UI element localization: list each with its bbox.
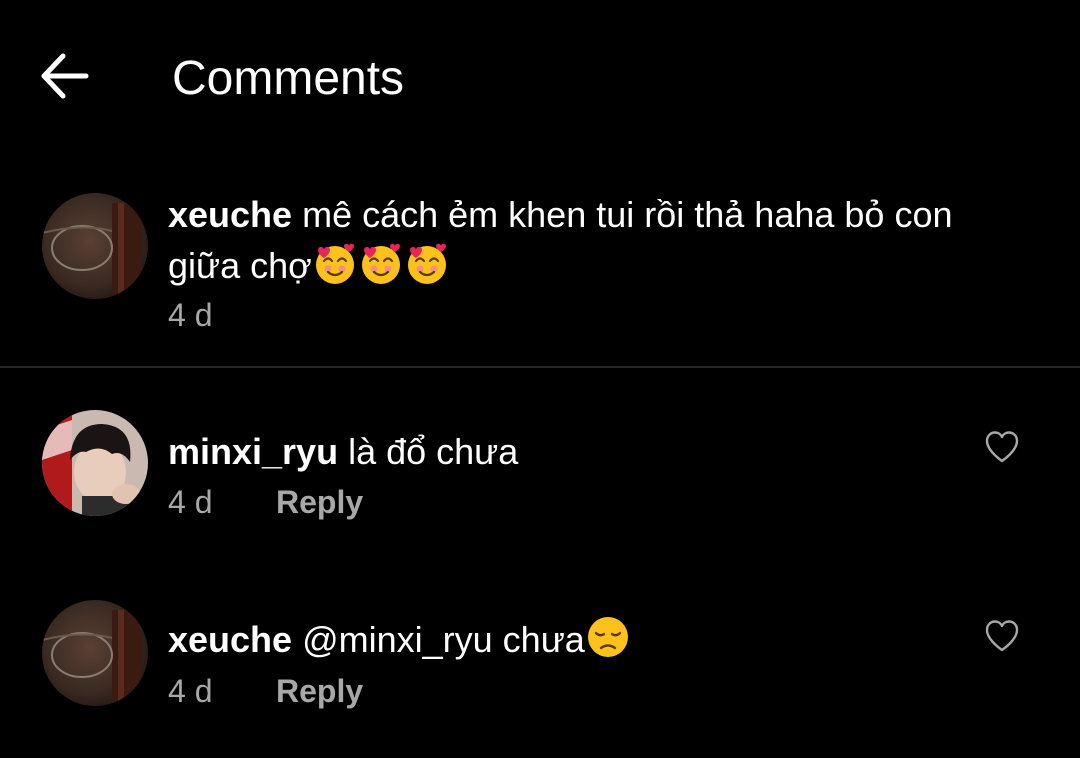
caption-body-line2: giữa chợ xyxy=(168,245,312,286)
comment-text: minxi_ryu là đổ chưa xyxy=(168,427,1068,477)
smiling-face-with-hearts-icon xyxy=(404,240,450,286)
avatar-xeuche[interactable] xyxy=(42,193,148,299)
divider xyxy=(0,366,1080,368)
page-title: Comments xyxy=(172,52,405,105)
comment-text: xeuche @minxi_ryu chưa xyxy=(168,614,1068,665)
comment-body: @minxi_ryu chưa xyxy=(302,619,585,660)
avatar-xeuche[interactable] xyxy=(42,600,148,706)
reply-button[interactable]: Reply xyxy=(276,671,363,711)
comment-meta: 4 d Reply xyxy=(168,482,363,522)
caption-text: xeuche mê cách ẻm khen tui rồi thả haha … xyxy=(168,190,1068,291)
comment-timestamp: 4 d xyxy=(168,484,213,520)
arrow-left-icon xyxy=(36,53,92,108)
heart-outline-icon xyxy=(984,619,1020,653)
caption-timestamp: 4 d xyxy=(168,297,213,333)
comment-timestamp: 4 d xyxy=(168,673,213,709)
smiling-face-with-hearts-icon xyxy=(312,240,358,286)
smiling-face-with-hearts-icon xyxy=(358,240,404,286)
like-button[interactable] xyxy=(984,430,1020,464)
header-bar: Comments xyxy=(0,0,1080,160)
caption-username[interactable]: xeuche xyxy=(168,194,292,235)
caption-meta: 4 d xyxy=(168,295,276,335)
comment-meta: 4 d Reply xyxy=(168,671,363,711)
caption-body-line1: mê cách ẻm khen tui rồi thả haha bỏ con xyxy=(302,194,953,235)
comment-username[interactable]: xeuche xyxy=(168,619,292,660)
comment-username[interactable]: minxi_ryu xyxy=(168,431,338,472)
heart-outline-icon xyxy=(984,430,1020,464)
avatar-minxi-ryu[interactable] xyxy=(42,410,148,516)
reply-button[interactable]: Reply xyxy=(276,482,363,522)
disappointed-face-icon xyxy=(585,614,631,660)
back-button[interactable] xyxy=(36,48,100,104)
comment-body: là đổ chưa xyxy=(348,431,519,472)
like-button[interactable] xyxy=(984,619,1020,653)
